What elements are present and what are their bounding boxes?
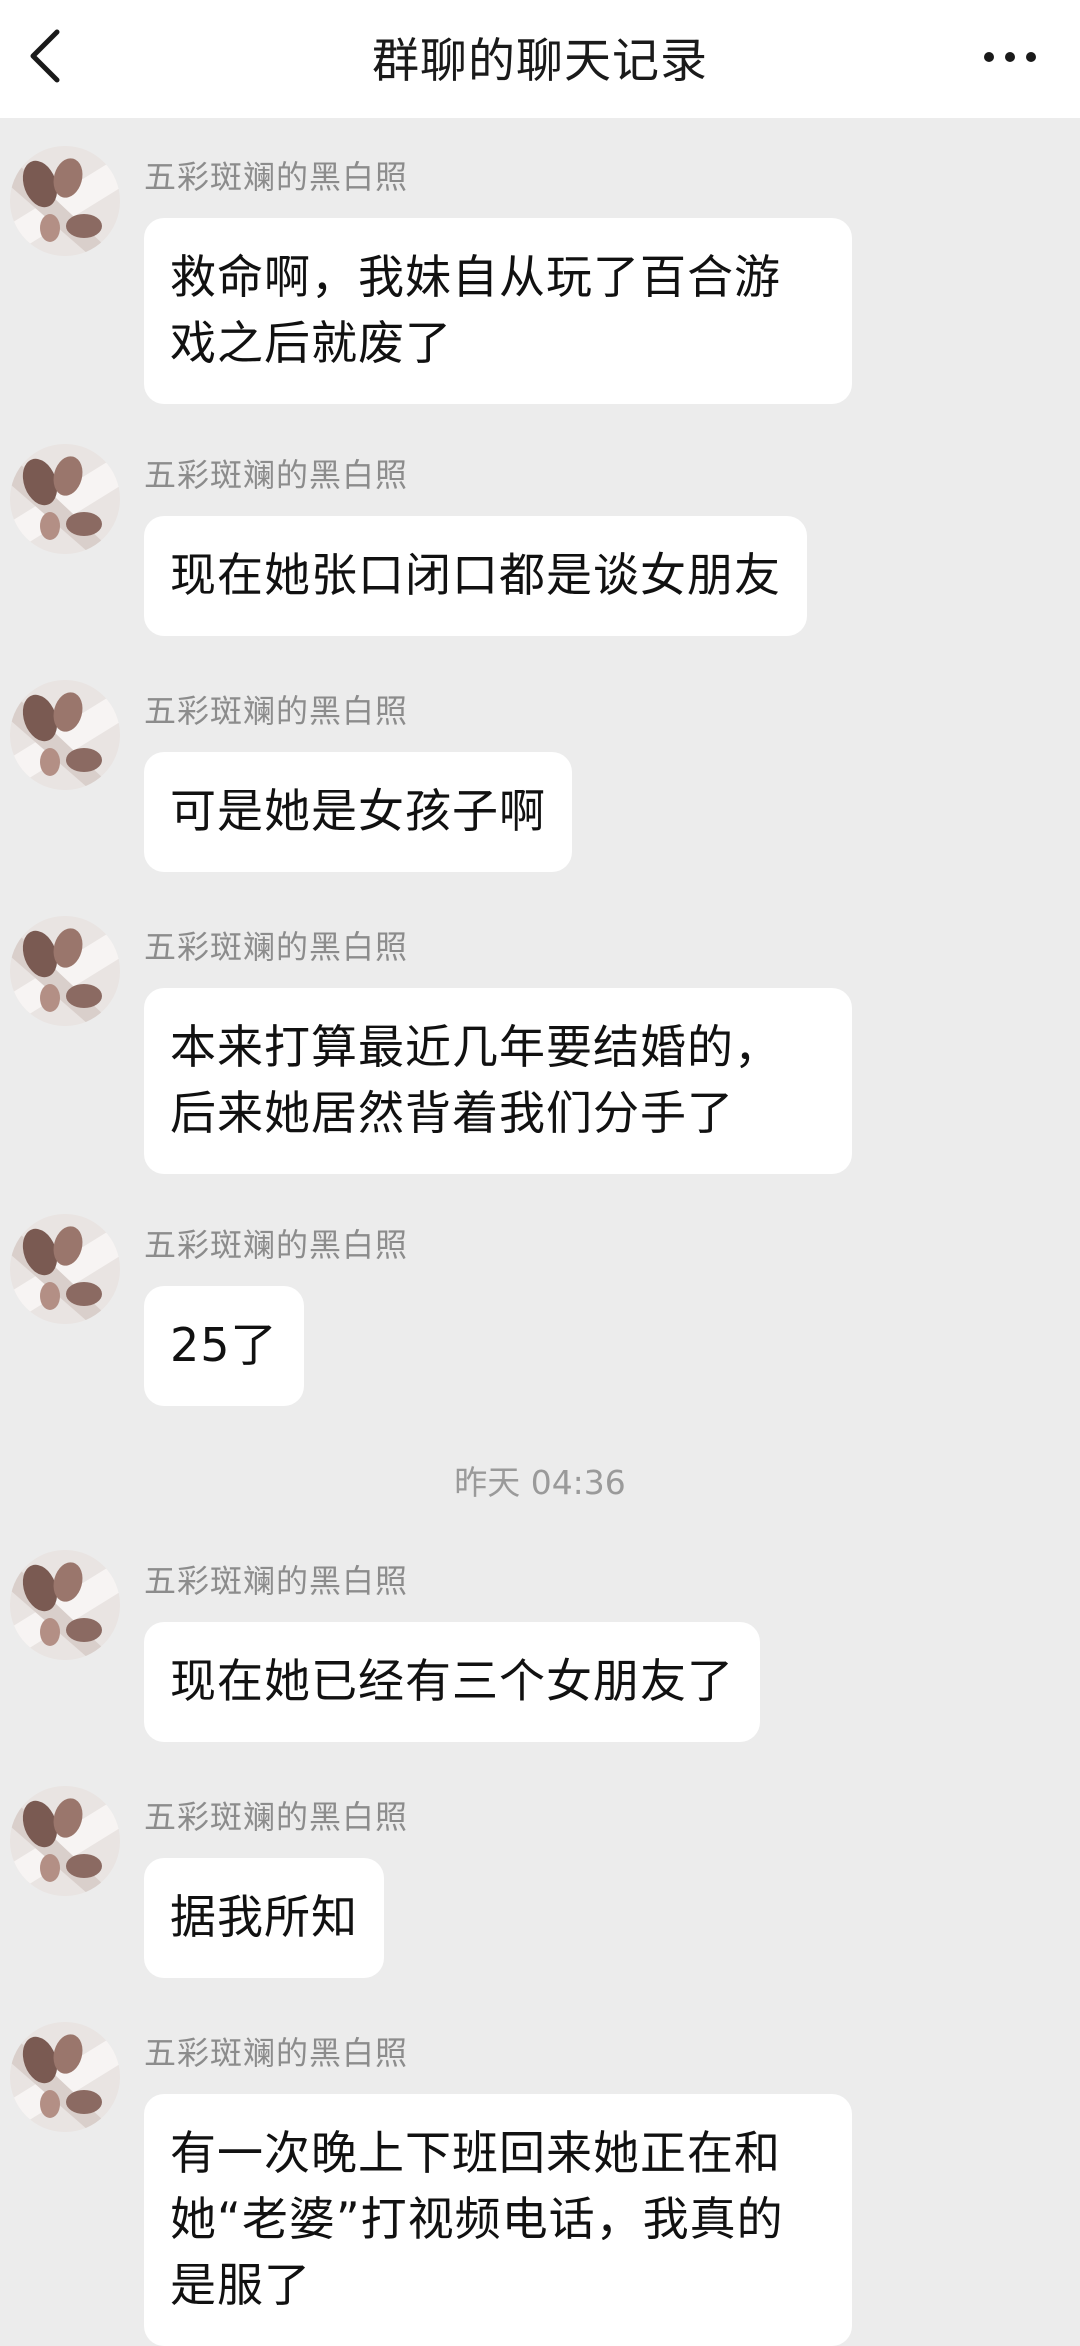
timestamp: 昨天 04:36 <box>454 1463 626 1502</box>
message-bubble[interactable]: 25了 <box>144 1286 304 1406</box>
sender-name: 五彩斑斓的黑白照 <box>144 928 409 966</box>
avatar[interactable] <box>10 1550 120 1660</box>
more-horizontal-icon <box>984 52 994 62</box>
avatar[interactable] <box>10 680 120 790</box>
sender-name: 五彩斑斓的黑白照 <box>144 692 409 730</box>
avatar[interactable] <box>10 1214 120 1324</box>
sender-name: 五彩斑斓的黑白照 <box>144 158 409 196</box>
avatar[interactable] <box>10 146 120 256</box>
page-title: 群聊的聊天记录 <box>372 34 708 89</box>
message-bubble[interactable]: 救命啊，我妹自从玩了百合游戏之后就废了 <box>144 218 852 404</box>
more-dot <box>1005 52 1015 62</box>
message-bubble[interactable]: 有一次晚上下班回来她正在和她“老婆”打视频电话，我真的是服了 <box>144 2094 852 2346</box>
avatar[interactable] <box>10 916 120 1026</box>
message-bubble[interactable]: 现在她张口闭口都是谈女朋友 <box>144 516 807 636</box>
sender-name: 五彩斑斓的黑白照 <box>144 1226 409 1264</box>
sender-name: 五彩斑斓的黑白照 <box>144 1798 409 1836</box>
message-bubble[interactable]: 据我所知 <box>144 1858 384 1978</box>
avatar[interactable] <box>10 2022 120 2132</box>
message-bubble[interactable]: 可是她是女孩子啊 <box>144 752 572 872</box>
avatar[interactable] <box>10 1786 120 1896</box>
avatar[interactable] <box>10 444 120 554</box>
sender-name: 五彩斑斓的黑白照 <box>144 2034 409 2072</box>
message-bubble[interactable]: 现在她已经有三个女朋友了 <box>144 1622 760 1742</box>
sender-name: 五彩斑斓的黑白照 <box>144 1562 409 1600</box>
more-dot <box>1026 52 1036 62</box>
top-bar: 群聊的聊天记录 <box>0 0 1080 118</box>
sender-name: 五彩斑斓的黑白照 <box>144 456 409 494</box>
more-button[interactable] <box>960 22 1060 92</box>
message-bubble[interactable]: 本来打算最近几年要结婚的，后来她居然背着我们分手了 <box>144 988 852 1174</box>
